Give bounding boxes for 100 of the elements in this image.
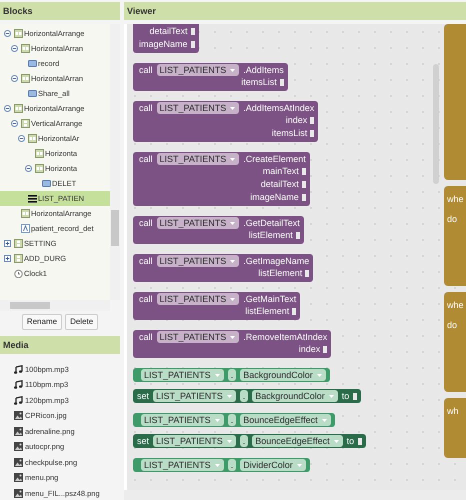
dropdown-icon xyxy=(214,462,221,468)
dropdown[interactable]: BounceEdgeEffect xyxy=(240,414,331,426)
dropdown-icon xyxy=(316,372,323,378)
dropdown[interactable]: LIST_PATIENTS xyxy=(153,390,236,402)
dropdown-icon xyxy=(296,462,303,468)
layout-icon xyxy=(21,119,30,128)
layout-icon xyxy=(28,134,37,143)
dropdown[interactable]: LIST_PATIENTS xyxy=(156,293,240,305)
layout-icon xyxy=(21,44,30,53)
expand-icon[interactable] xyxy=(4,255,11,262)
delete-button[interactable]: Delete xyxy=(65,314,98,330)
dropdown[interactable]: LIST_PATIENTS xyxy=(156,331,240,343)
socket-label: index xyxy=(298,343,320,356)
collapse-icon[interactable] xyxy=(18,135,25,142)
dropdown-icon xyxy=(226,438,233,444)
dropdown[interactable]: LIST_PATIENTS xyxy=(156,217,240,229)
block-label: call xyxy=(139,153,153,165)
block-label: set xyxy=(137,435,150,447)
block-label: whe xyxy=(447,299,465,312)
dropdown-icon xyxy=(229,334,236,340)
dropdown[interactable]: LIST_PATIENTS xyxy=(141,414,224,426)
dot-label: . xyxy=(228,369,236,381)
block-label: call xyxy=(139,293,153,305)
music-icon xyxy=(14,380,23,390)
layout-icon xyxy=(21,74,30,83)
dropdown-icon xyxy=(332,438,340,444)
dropdown-icon xyxy=(229,106,236,110)
block-label: .GetMainText xyxy=(243,293,296,305)
socket-label: index xyxy=(286,114,308,127)
panel-header: Media xyxy=(0,336,120,354)
dropdown[interactable]: LIST_PATIENTS xyxy=(156,255,240,267)
rename-button[interactable]: Rename xyxy=(22,314,62,330)
dropdown[interactable]: BackgroundColor xyxy=(252,390,338,402)
block-label: .GetImageName xyxy=(243,255,310,267)
image-icon xyxy=(14,411,23,420)
dropdown-icon xyxy=(229,296,236,302)
block-label: call xyxy=(139,64,153,76)
dropdown-icon xyxy=(214,418,221,422)
block-label: .GetDetailText xyxy=(243,217,300,229)
image-icon xyxy=(14,488,23,498)
dot-label: . xyxy=(240,435,248,447)
block-label: set xyxy=(137,390,150,402)
block-label: do xyxy=(447,319,458,332)
block-label: call xyxy=(139,255,153,267)
music-icon xyxy=(14,396,23,405)
socket-label: imageName xyxy=(139,38,188,51)
dropdown[interactable]: BackgroundColor xyxy=(240,369,326,381)
dropdown[interactable]: BounceEdgeEffect xyxy=(252,435,343,447)
dropdown-icon xyxy=(229,220,236,226)
dropdown-icon xyxy=(328,394,335,398)
dropdown-icon xyxy=(229,156,236,162)
music-icon xyxy=(14,364,23,374)
socket-label: listElement xyxy=(248,229,293,242)
layout-icon xyxy=(14,239,23,248)
clock-icon xyxy=(14,269,23,278)
collapse-icon[interactable] xyxy=(11,120,18,127)
socket-label: detailText xyxy=(260,178,299,191)
scrollbar[interactable] xyxy=(0,300,110,311)
layout-icon xyxy=(14,254,23,263)
dot-label: . xyxy=(228,414,236,426)
collapse-icon[interactable] xyxy=(11,45,18,52)
dropdown-icon xyxy=(229,68,236,72)
block-label: call xyxy=(139,102,153,114)
dropdown-icon xyxy=(226,394,233,398)
workspace[interactable] xyxy=(124,24,466,490)
block-label: do xyxy=(447,213,458,226)
block-label: .CreateElement xyxy=(243,153,306,165)
block-label: call xyxy=(139,331,153,343)
dropdown[interactable]: LIST_PATIENTS xyxy=(141,369,224,381)
dropdown[interactable]: LIST_PATIENTS xyxy=(156,102,240,114)
dropdown[interactable]: LIST_PATIENTS xyxy=(156,64,240,76)
expand-icon[interactable] xyxy=(4,240,11,247)
collapse-icon[interactable] xyxy=(11,75,18,82)
image-icon xyxy=(14,442,23,452)
panel-header: Blocks xyxy=(0,2,120,20)
button-icon xyxy=(28,89,37,98)
block-label: .AddItems xyxy=(243,64,284,76)
dropdown-icon xyxy=(320,418,328,422)
socket-label: detailText xyxy=(150,25,188,38)
socket-label: itemsList xyxy=(241,76,277,89)
block-label: wh xyxy=(447,405,460,418)
collapse-icon[interactable] xyxy=(4,30,11,37)
collapse-icon[interactable] xyxy=(25,165,32,172)
dropdown[interactable]: LIST_PATIENTS xyxy=(141,459,224,471)
socket-label: imageName xyxy=(250,191,299,204)
button-icon xyxy=(28,59,37,68)
button-icon xyxy=(42,179,51,188)
layout-icon xyxy=(14,29,23,38)
dropdown-icon xyxy=(214,372,221,378)
socket-label: listElement xyxy=(245,305,290,318)
dot-label: . xyxy=(228,459,236,471)
dropdown-icon xyxy=(229,258,236,264)
image-icon xyxy=(14,426,23,436)
dropdown[interactable]: LIST_PATIENTS xyxy=(153,435,236,447)
scrollbar[interactable] xyxy=(110,24,120,300)
block-label: whe xyxy=(447,193,465,206)
collapse-icon[interactable] xyxy=(4,105,11,112)
dropdown[interactable]: DividerColor xyxy=(240,459,306,471)
dropdown[interactable]: LIST_PATIENTS xyxy=(156,153,240,165)
panel-header: Viewer xyxy=(124,2,466,20)
